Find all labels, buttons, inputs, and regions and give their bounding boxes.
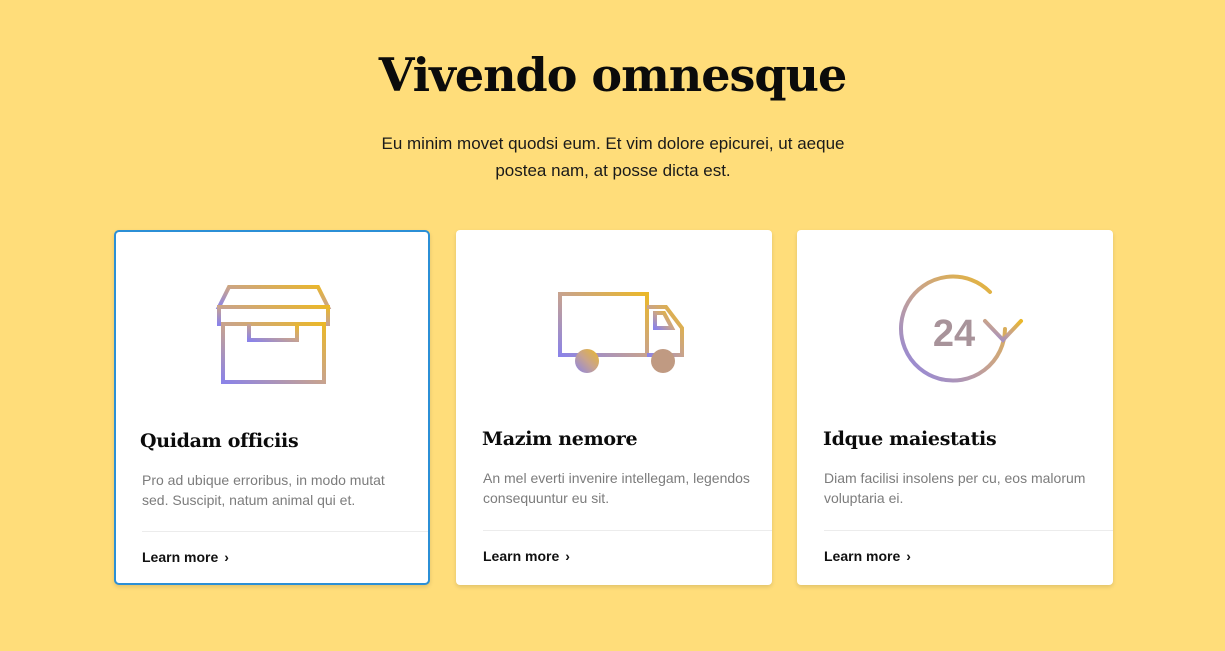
learn-more-link[interactable]: Learn more › bbox=[142, 549, 229, 565]
feature-card-3[interactable]: 24 Idque maiestatis Diam facilisi insole… bbox=[797, 230, 1113, 585]
card-description: Pro ad ubique erroribus, in modo mutat s… bbox=[142, 472, 385, 508]
feature-card-2[interactable]: Mazim nemore An mel everti invenire inte… bbox=[456, 230, 772, 585]
card-divider bbox=[142, 531, 428, 532]
features-section: Vivendo omnesque Eu minim movet quodsi e… bbox=[0, 0, 1225, 651]
learn-more-label: Learn more bbox=[483, 548, 560, 564]
section-title: Vivendo omnesque bbox=[378, 48, 848, 102]
card-title: Quidam officiis bbox=[140, 430, 299, 452]
24-hours-icon: 24 bbox=[797, 274, 1113, 394]
delivery-truck-icon bbox=[456, 274, 772, 394]
chevron-right-icon: › bbox=[906, 548, 911, 564]
card-description: Diam facilisi insolens per cu, eos malor… bbox=[824, 470, 1086, 506]
box-icon bbox=[116, 276, 428, 396]
learn-more-label: Learn more bbox=[142, 549, 219, 565]
card-divider bbox=[824, 530, 1113, 531]
card-title: Mazim nemore bbox=[482, 428, 638, 450]
card-description: An mel everti invenire intellegam, legen… bbox=[483, 470, 750, 506]
chevron-right-icon: › bbox=[565, 548, 570, 564]
learn-more-link[interactable]: Learn more › bbox=[483, 548, 570, 564]
learn-more-label: Learn more bbox=[824, 548, 901, 564]
section-subtitle: Eu minim movet quodsi eum. Et vim dolore… bbox=[381, 134, 845, 180]
icon-24-text: 24 bbox=[933, 313, 975, 355]
card-title: Idque maiestatis bbox=[823, 428, 997, 450]
learn-more-link[interactable]: Learn more › bbox=[824, 548, 911, 564]
card-divider bbox=[483, 530, 772, 531]
feature-card-1[interactable]: Quidam officiis Pro ad ubique erroribus,… bbox=[114, 230, 430, 585]
chevron-right-icon: › bbox=[224, 549, 229, 565]
